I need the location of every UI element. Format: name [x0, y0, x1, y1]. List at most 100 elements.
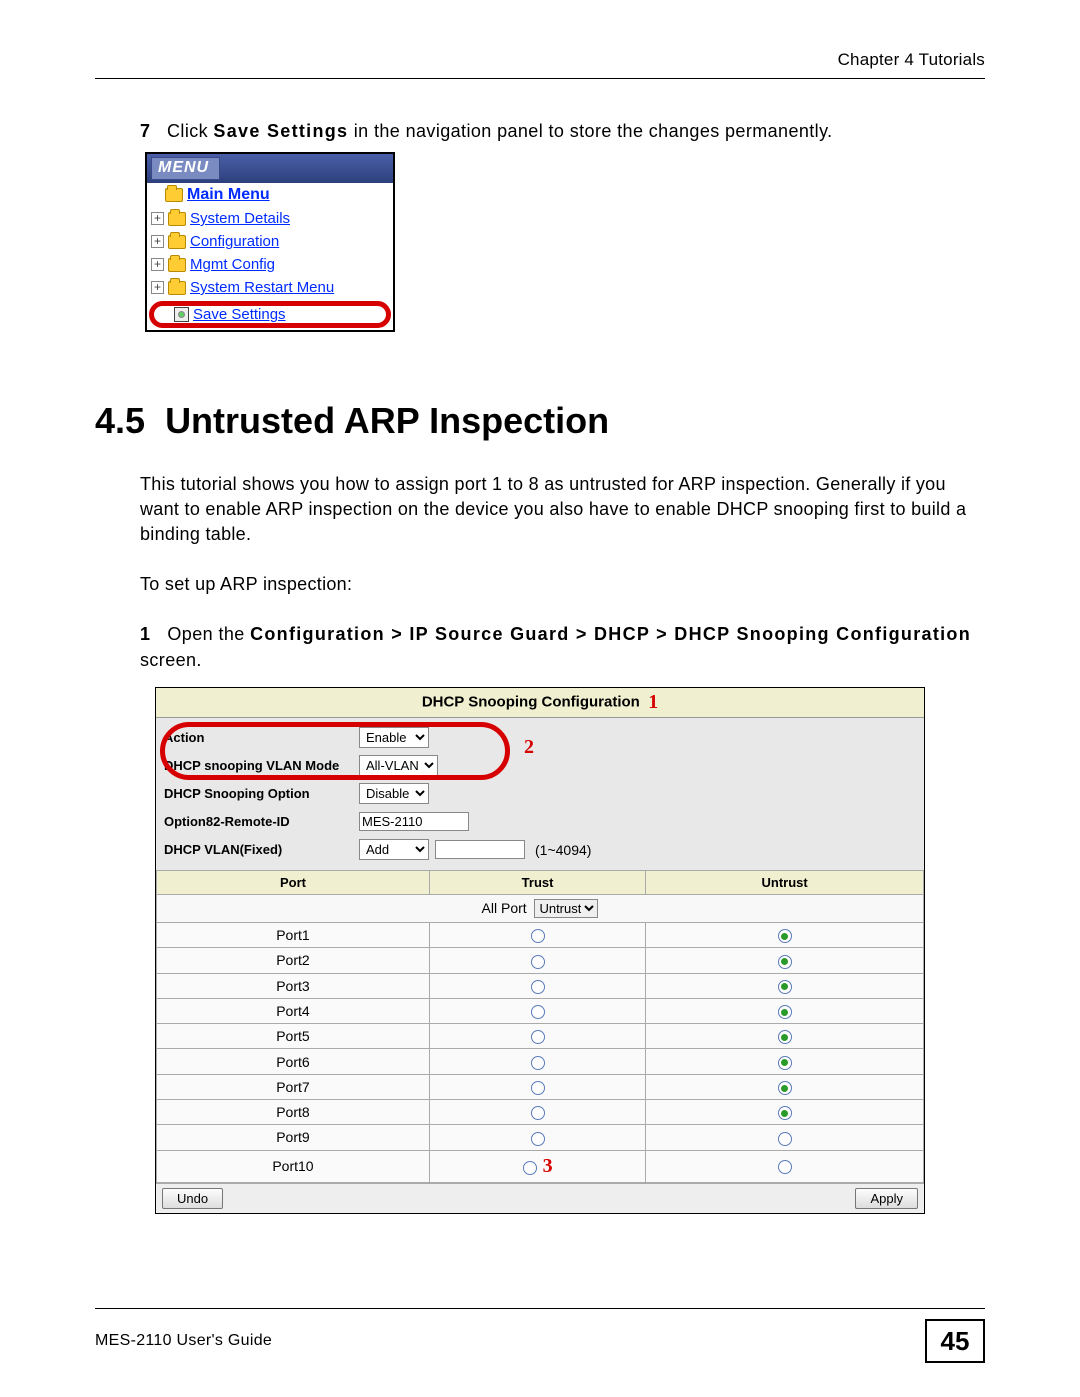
table-row: Port6	[157, 1049, 924, 1074]
col-port: Port	[157, 870, 430, 894]
untrust-cell	[646, 998, 924, 1023]
save-settings-link[interactable]: Save Settings	[193, 306, 286, 323]
untrust-cell	[646, 1100, 924, 1125]
expand-icon[interactable]: +	[151, 235, 164, 248]
expand-icon[interactable]: +	[151, 281, 164, 294]
untrust-cell	[646, 1074, 924, 1099]
step-7: 7 Click Save Settings in the navigation …	[140, 121, 985, 142]
trust-cell	[429, 948, 645, 973]
form-row-remote-id: Option82-Remote-ID	[164, 808, 916, 836]
menu-item[interactable]: + Configuration	[147, 230, 393, 253]
vlan-fixed-input[interactable]	[435, 840, 525, 859]
trust-cell	[429, 1024, 645, 1049]
untrust-radio[interactable]	[778, 955, 792, 969]
untrust-radio[interactable]	[778, 1005, 792, 1019]
option-label: DHCP Snooping Option	[164, 786, 359, 801]
col-trust: Trust	[429, 870, 645, 894]
port-name: Port1	[157, 922, 430, 947]
trust-radio[interactable]	[531, 1132, 545, 1146]
trust-radio[interactable]	[531, 1056, 545, 1070]
dhcp-form: 2 Action Enable DHCP snooping VLAN Mode …	[156, 718, 924, 870]
expand-icon[interactable]: +	[151, 212, 164, 225]
trust-radio[interactable]	[531, 1005, 545, 1019]
section-title: Untrusted ARP Inspection	[165, 400, 609, 441]
menu-item[interactable]: + System Details	[147, 207, 393, 230]
trust-radio[interactable]	[531, 980, 545, 994]
trust-cell	[429, 1049, 645, 1074]
trust-radio[interactable]	[531, 1106, 545, 1120]
trust-radio[interactable]	[531, 1030, 545, 1044]
vlan-fixed-select[interactable]: Add	[359, 839, 429, 860]
step-number: 7	[140, 121, 162, 142]
trust-cell	[429, 1125, 645, 1150]
chapter-header: Chapter 4 Tutorials	[95, 50, 985, 70]
port-name: Port2	[157, 948, 430, 973]
annotation-2: 2	[524, 736, 534, 759]
untrust-cell	[646, 948, 924, 973]
table-row: Port7	[157, 1074, 924, 1099]
step1-path: Configuration > IP Source Guard > DHCP >…	[250, 624, 971, 644]
trust-radio[interactable]	[531, 929, 545, 943]
table-row: Port1	[157, 922, 924, 947]
save-settings-highlight: Save Settings	[149, 301, 391, 328]
untrust-radio[interactable]	[778, 1106, 792, 1120]
menu-item[interactable]: + Mgmt Config	[147, 253, 393, 276]
undo-button[interactable]: Undo	[162, 1188, 223, 1209]
vlan-fixed-hint: (1~4094)	[535, 842, 591, 858]
untrust-radio[interactable]	[778, 1160, 792, 1174]
trust-cell	[429, 1100, 645, 1125]
step1-pre: Open the	[167, 624, 250, 644]
step-post: in the navigation panel to store the cha…	[348, 121, 832, 141]
untrust-cell	[646, 1024, 924, 1049]
menu-item-label: System Details	[190, 210, 290, 227]
menu-item-label: Mgmt Config	[190, 256, 275, 273]
untrust-radio[interactable]	[778, 1056, 792, 1070]
section-number: 4.5	[95, 400, 145, 441]
table-row: Port103	[157, 1150, 924, 1182]
table-row: Port5	[157, 1024, 924, 1049]
untrust-cell	[646, 922, 924, 947]
button-row: Undo Apply	[156, 1183, 924, 1213]
step-number: 1	[140, 621, 162, 647]
untrust-cell	[646, 1150, 924, 1182]
menu-item-label: Configuration	[190, 233, 279, 250]
menu-main[interactable]: Main Menu	[147, 183, 393, 207]
remote-id-input[interactable]	[359, 812, 469, 831]
trust-radio[interactable]	[531, 1081, 545, 1095]
all-port-select[interactable]: Untrust	[534, 899, 598, 918]
option-select[interactable]: Disable	[359, 783, 429, 804]
footer-guide: MES-2110 User's Guide	[95, 1332, 272, 1350]
all-port-label: All Port	[482, 900, 527, 916]
folder-icon	[168, 235, 186, 249]
untrust-cell	[646, 973, 924, 998]
untrust-radio[interactable]	[778, 1030, 792, 1044]
form-row-vlan-fixed: DHCP VLAN(Fixed) Add (1~4094)	[164, 836, 916, 864]
table-row: Port8	[157, 1100, 924, 1125]
untrust-radio[interactable]	[778, 929, 792, 943]
annotation-3: 3	[543, 1155, 553, 1177]
untrust-radio[interactable]	[778, 1081, 792, 1095]
header-divider	[95, 78, 985, 79]
intro-paragraph: This tutorial shows you how to assign po…	[140, 472, 985, 548]
trust-cell	[429, 973, 645, 998]
untrust-radio[interactable]	[778, 1132, 792, 1146]
table-row: Port4	[157, 998, 924, 1023]
apply-button[interactable]: Apply	[855, 1188, 918, 1209]
table-row: Port3	[157, 973, 924, 998]
annotation-1: 1	[648, 691, 658, 714]
trust-cell	[429, 1074, 645, 1099]
trust-radio[interactable]	[531, 955, 545, 969]
trust-radio[interactable]	[523, 1161, 537, 1175]
expand-icon[interactable]: +	[151, 258, 164, 271]
step-pre: Click	[167, 121, 213, 141]
menu-item[interactable]: + System Restart Menu	[147, 276, 393, 299]
port-name: Port8	[157, 1100, 430, 1125]
step-1: 1 Open the Configuration > IP Source Gua…	[140, 621, 985, 673]
untrust-radio[interactable]	[778, 980, 792, 994]
all-port-row: All Port Untrust	[157, 894, 924, 922]
page-number: 45	[925, 1319, 985, 1363]
setup-line: To set up ARP inspection:	[140, 572, 985, 597]
port-name: Port7	[157, 1074, 430, 1099]
red-oval-highlight	[160, 722, 510, 780]
port-table: Port Trust Untrust All Port Untrust Port…	[156, 870, 924, 1183]
